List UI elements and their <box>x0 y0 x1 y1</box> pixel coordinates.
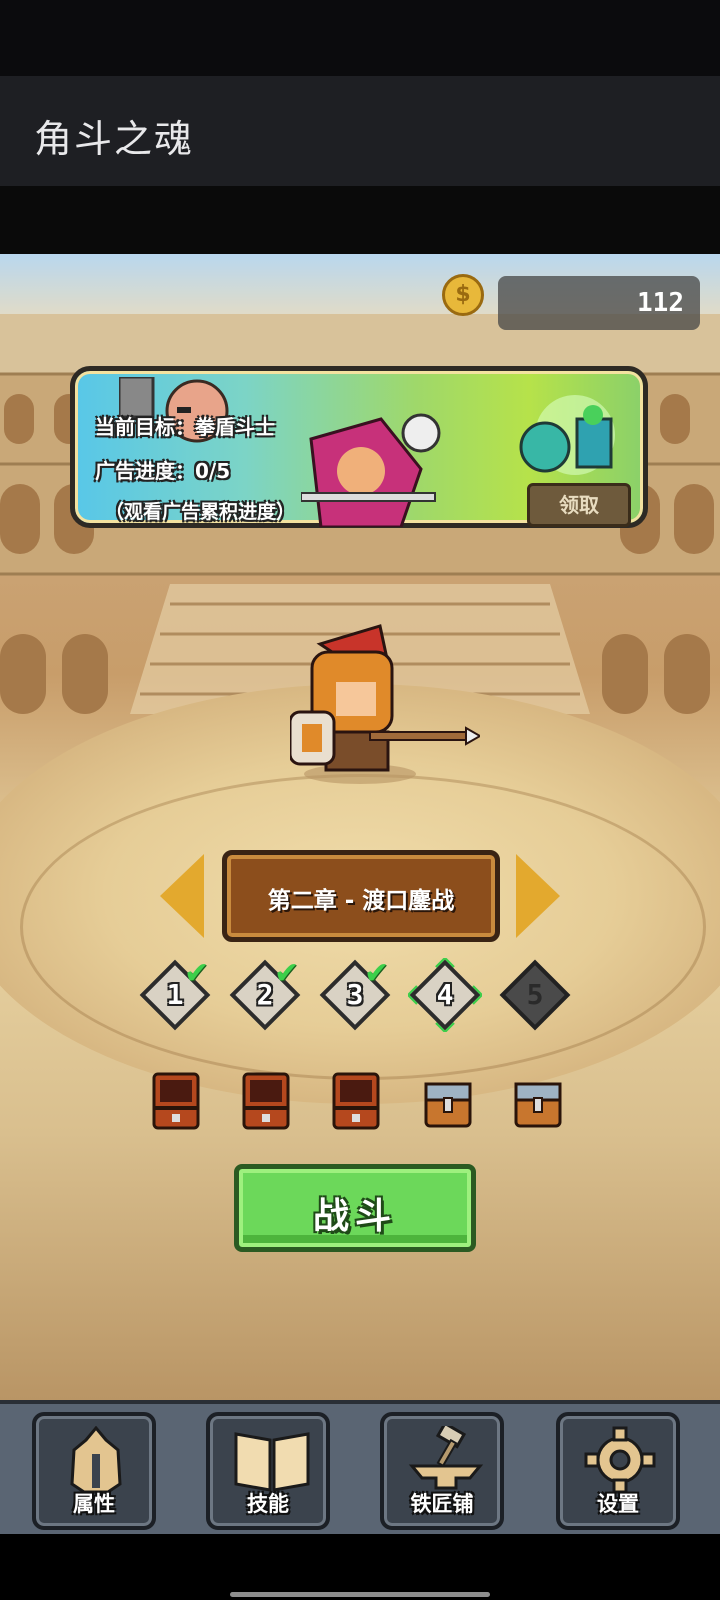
chapter-title: 第二章 - 渡口鏖战 <box>267 888 455 914</box>
stage-2[interactable]: 2 ✔ <box>229 956 301 1031</box>
gold-coin-icon: $ <box>442 274 484 316</box>
closed-chest-icon[interactable] <box>514 1072 562 1130</box>
spartan-helmet-icon <box>70 1426 122 1494</box>
system-nav-bar <box>0 1534 720 1600</box>
coin-counter: 112 $ <box>440 272 700 330</box>
quest-target-value: 拳盾斗士 <box>195 415 275 439</box>
gear-icon <box>584 1426 656 1494</box>
check-icon: ✔ <box>184 956 210 991</box>
app-title: 角斗之魂 <box>34 117 195 161</box>
gladiator-hero-icon <box>290 624 480 784</box>
check-icon: ✔ <box>274 956 300 991</box>
fight-button[interactable]: 战斗 <box>234 1164 476 1252</box>
book-icon <box>234 1432 310 1492</box>
nav-settings-button[interactable]: 设置 <box>556 1412 680 1530</box>
stage-5[interactable]: 5 <box>499 959 571 1031</box>
stage-4[interactable]: 4 <box>408 958 482 1032</box>
chapter-title-plate: 第二章 - 渡口鏖战 <box>222 850 500 942</box>
closed-chest-icon[interactable] <box>424 1072 472 1130</box>
coin-value: 112 <box>637 288 684 318</box>
nav-skills-label: 技能 <box>247 1492 289 1516</box>
next-chapter-button[interactable] <box>516 854 560 938</box>
opened-chest-icon[interactable] <box>332 1072 380 1130</box>
ad-progress-value: 0/5 <box>195 459 231 483</box>
check-icon: ✔ <box>364 956 390 991</box>
nav-blacksmith-button[interactable]: 铁匠铺 <box>380 1412 504 1530</box>
nav-settings-label: 设置 <box>597 1492 639 1516</box>
stage-1[interactable]: 1 ✔ <box>139 956 211 1031</box>
stage-3[interactable]: 3 ✔ <box>319 956 391 1031</box>
home-gesture-handle[interactable] <box>230 1592 490 1597</box>
status-bar <box>0 0 720 76</box>
ad-progress-label: 广告进度： <box>95 459 195 483</box>
opened-chest-icon[interactable] <box>152 1072 200 1130</box>
coin-bar: 112 <box>498 276 700 330</box>
game-screen: 112 $ 当前目标：拳盾斗士 广告进度：0/5 （观看广告累积进度） 领取 第… <box>0 254 720 1400</box>
quest-hint: （观看广告累积进度） <box>105 501 296 523</box>
spacer <box>0 186 720 254</box>
app-bar: 角斗之魂 <box>0 76 720 186</box>
anvil-hammer-icon <box>408 1426 484 1490</box>
nav-blacksmith-label: 铁匠铺 <box>410 1492 474 1516</box>
nav-attributes-button[interactable]: 属性 <box>32 1412 156 1530</box>
reward-chest-icon <box>519 395 615 475</box>
bottom-nav: 属性 技能 铁匠铺 设置 <box>0 1400 720 1538</box>
fight-button-label: 战斗 <box>312 1196 397 1237</box>
claim-button[interactable]: 领取 <box>527 483 631 527</box>
quest-target-label: 当前目标： <box>95 415 195 439</box>
previous-chapter-button[interactable] <box>160 854 204 938</box>
ad-progress: 广告进度：0/5 <box>95 455 230 484</box>
opened-chest-icon[interactable] <box>242 1072 290 1130</box>
quest-target: 当前目标：拳盾斗士 <box>95 411 275 440</box>
stage-number: 5 <box>526 978 544 1011</box>
nav-skills-button[interactable]: 技能 <box>206 1412 330 1530</box>
nav-attributes-label: 属性 <box>73 1492 115 1516</box>
stage-number: 4 <box>436 978 454 1011</box>
monster-portrait-icon <box>301 413 441 527</box>
quest-card: 当前目标：拳盾斗士 广告进度：0/5 （观看广告累积进度） 领取 <box>70 366 648 528</box>
